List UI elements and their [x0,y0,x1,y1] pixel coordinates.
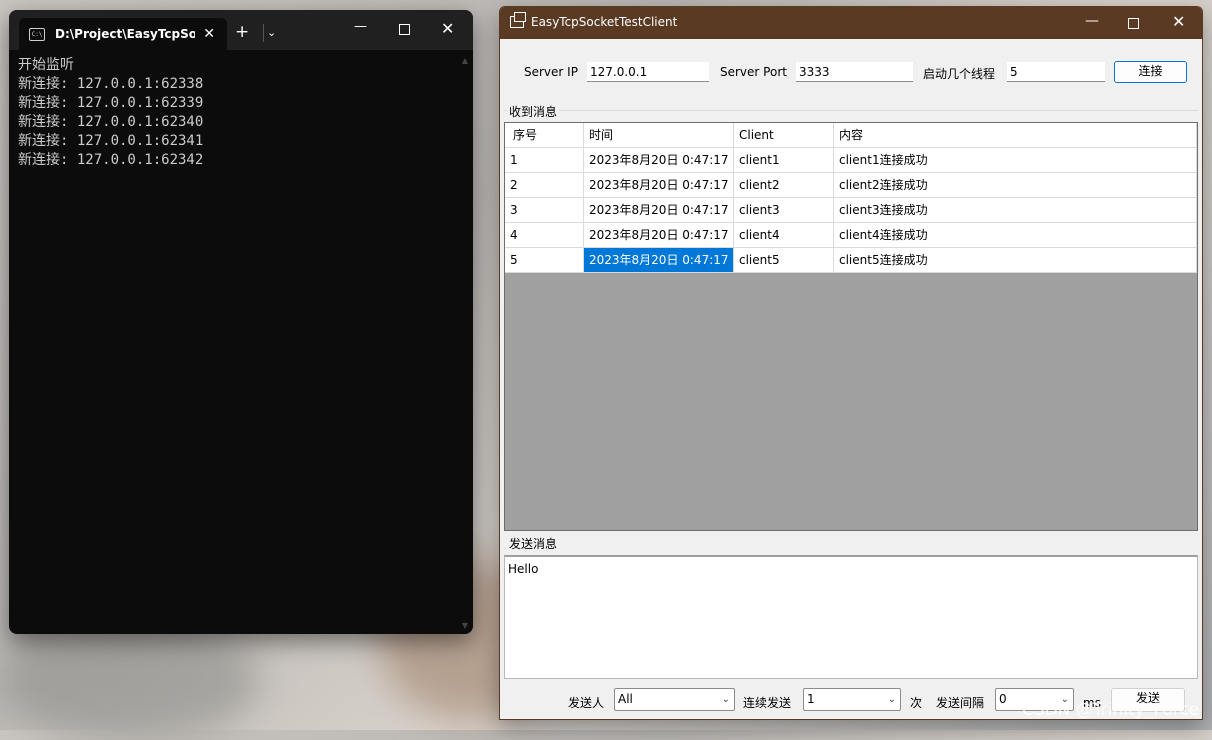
grid-cell[interactable]: 5 [505,248,584,273]
terminal-line: 新连接: 127.0.0.1:62340 [18,114,204,130]
grid-cell[interactable]: client3 [734,198,834,223]
sender-select[interactable]: All ⌄ [614,688,735,711]
column-header[interactable]: 时间 [584,123,734,148]
maximize-icon[interactable] [1128,18,1139,29]
terminal-line: 新连接: 127.0.0.1:62342 [18,152,204,168]
window-titlebar: EasyTcpSocketTestClient — ✕ [500,7,1202,39]
background-blur [0,620,260,740]
send-group-label: 发送消息 [507,535,560,552]
group-divider [504,110,1198,111]
grid-cell[interactable]: client2 [734,173,834,198]
repeat-label: 连续发送 [743,696,792,710]
grid-cell-selected[interactable]: 2023年8月20日 0:47:17 [584,248,734,273]
repeat-count-select[interactable]: 1 ⌄ [803,688,901,711]
scroll-up-icon[interactable]: ▲ [462,56,468,65]
grid-cell[interactable]: client5 [734,248,834,273]
terminal-line: 新连接: 127.0.0.1:62341 [18,133,204,149]
maximize-icon[interactable] [399,24,410,35]
server-ip-label: Server IP [524,65,578,79]
server-port-input[interactable] [796,62,913,82]
close-icon[interactable]: ✕ [1172,12,1185,31]
table-row[interactable]: 1 2023年8月20日 0:47:17 client1 client1连接成功 [505,148,1197,173]
grid-cell[interactable]: client3连接成功 [834,198,1197,223]
chevron-down-icon: ⌄ [721,694,730,705]
times-label: 次 [910,696,923,710]
minimize-icon[interactable]: — [1085,13,1099,29]
grid-cell[interactable]: 3 [505,198,584,223]
watermark: CSDN @Trinity_Force [1022,700,1200,720]
chevron-down-icon: ⌄ [887,694,896,705]
table-row[interactable]: 3 2023年8月20日 0:47:17 client3 client3连接成功 [505,198,1197,223]
table-row[interactable]: 4 2023年8月20日 0:47:17 client4 client4连接成功 [505,223,1197,248]
table-row[interactable]: 2 2023年8月20日 0:47:17 client2 client2连接成功 [505,173,1197,198]
interval-value: 0 [999,692,1007,706]
connect-button[interactable]: 连接 [1114,61,1187,83]
terminal-line: 新连接: 127.0.0.1:62339 [18,95,204,111]
server-ip-input[interactable] [587,62,709,82]
tab-close-icon[interactable]: ✕ [203,26,215,42]
threads-label: 启动几个线程 [923,67,996,81]
sender-label: 发送人 [568,696,605,710]
divider [263,24,264,42]
column-header[interactable]: Client [734,123,834,148]
terminal-icon: C:\ [29,27,45,41]
app-icon [514,12,526,22]
terminal-window: C:\ D:\Project\EasyTcpSocket ✕ + ⌄ — ✕ 开… [9,10,473,634]
grid-cell[interactable]: client1 [734,148,834,173]
window-title: EasyTcpSocketTestClient [531,15,678,29]
grid-cell[interactable]: client4 [734,223,834,248]
grid-cell[interactable]: client1连接成功 [834,148,1197,173]
minimize-icon[interactable]: — [354,19,367,34]
received-group-label: 收到消息 [507,103,560,120]
send-message-textarea[interactable]: Hello [504,555,1198,679]
grid-cell[interactable]: client5连接成功 [834,248,1197,273]
grid-cell[interactable]: 2023年8月20日 0:47:17 [584,148,734,173]
close-icon[interactable]: ✕ [441,19,454,38]
grid-cell[interactable]: 2023年8月20日 0:47:17 [584,198,734,223]
grid-cell[interactable]: 2023年8月20日 0:47:17 [584,223,734,248]
terminal-line: 新连接: 127.0.0.1:62338 [18,76,204,92]
scroll-down-icon[interactable]: ▼ [462,621,468,630]
grid-cell[interactable]: client2连接成功 [834,173,1197,198]
table-row[interactable]: 5 2023年8月20日 0:47:17 client5 client5连接成功 [505,248,1197,273]
terminal-tab-title: D:\Project\EasyTcpSocket [55,27,195,41]
grid-header-row: 序号 时间 Client 内容 [505,123,1197,148]
threads-input[interactable] [1007,62,1105,82]
terminal-titlebar: C:\ D:\Project\EasyTcpSocket ✕ + ⌄ — ✕ [9,10,473,50]
chevron-down-icon[interactable]: ⌄ [267,26,276,39]
grid-cell[interactable]: client4连接成功 [834,223,1197,248]
grid-cell[interactable]: 4 [505,223,584,248]
client-window: EasyTcpSocketTestClient — ✕ Server IP Se… [499,6,1203,720]
terminal-line: 开始监听 [18,57,74,73]
terminal-output[interactable]: 开始监听 新连接: 127.0.0.1:62338 新连接: 127.0.0.1… [9,50,473,176]
grid-cell[interactable]: 1 [505,148,584,173]
terminal-tab[interactable]: C:\ D:\Project\EasyTcpSocket ✕ [19,18,227,50]
column-header[interactable]: 序号 [505,123,584,148]
interval-label: 发送间隔 [936,696,985,710]
send-message-text: Hello [508,562,539,576]
grid-cell[interactable]: 2 [505,173,584,198]
message-grid[interactable]: 序号 时间 Client 内容 1 2023年8月20日 0:47:17 cli… [504,122,1198,531]
sender-value: All [618,692,633,706]
grid-cell[interactable]: 2023年8月20日 0:47:17 [584,173,734,198]
new-tab-icon[interactable]: + [235,22,249,42]
repeat-count-value: 1 [807,692,815,706]
server-port-label: Server Port [720,65,787,79]
column-header[interactable]: 内容 [834,123,1197,148]
